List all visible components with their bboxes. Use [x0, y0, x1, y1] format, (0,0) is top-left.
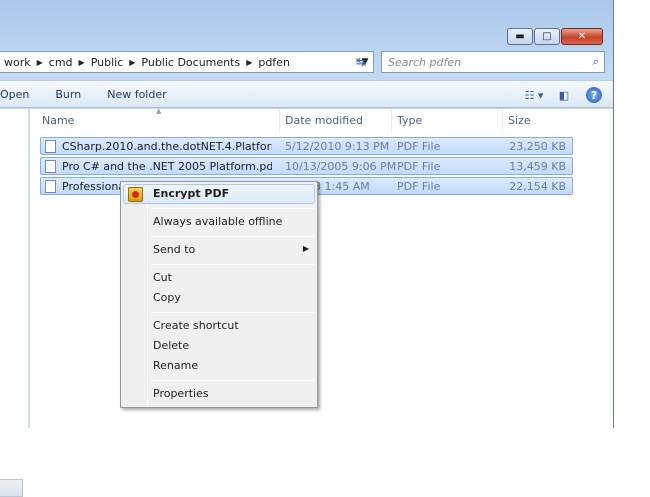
breadcrumb-work[interactable]: work: [0, 56, 35, 69]
caption-buttons: ▬ □ ✕: [506, 28, 603, 45]
menu-item-label: Copy: [153, 291, 181, 304]
menu-item-always-offline[interactable]: Always available offline: [123, 212, 315, 232]
menu-item-properties[interactable]: Properties: [123, 384, 315, 404]
pdf-file-icon: [45, 180, 56, 193]
file-type: PDF File: [397, 160, 441, 173]
file-date: 5/12/2010 9:13 PM: [285, 140, 390, 153]
menu-separator: [151, 208, 315, 209]
change-view-icon[interactable]: ☷ ▾: [523, 86, 545, 104]
column-name[interactable]: Name: [42, 114, 74, 127]
help-button[interactable]: ?: [583, 86, 605, 104]
menu-separator: [151, 264, 315, 265]
file-size: 22,154 KB: [509, 180, 566, 193]
file-size: 23,250 KB: [509, 140, 566, 153]
breadcrumb-pdfen[interactable]: pdfen: [254, 56, 294, 69]
file-row[interactable]: CSharp.2010.and.the.dotNET.4.Platform...…: [40, 137, 573, 155]
desktop-background: [614, 0, 650, 428]
menu-item-copy[interactable]: Copy: [123, 288, 315, 308]
pdf-file-icon: [45, 160, 56, 173]
column-date-modified[interactable]: Date modified: [285, 114, 363, 127]
close-button[interactable]: ✕: [561, 28, 603, 45]
breadcrumb-separator-icon[interactable]: ▶: [77, 58, 87, 67]
refresh-icon[interactable]: ↹: [350, 53, 372, 71]
search-icon[interactable]: ⌕: [592, 55, 598, 69]
file-row[interactable]: Pro C# and the .NET 2005 Platform.pdf 10…: [40, 157, 573, 175]
column-header: ▲ Name Date modified Type Size: [30, 107, 613, 131]
menu-item-send-to[interactable]: Send to ▶: [123, 240, 315, 260]
new-folder-button[interactable]: New folder: [107, 88, 179, 101]
open-button[interactable]: Open: [0, 88, 42, 101]
menu-item-encrypt-pdf[interactable]: Encrypt PDF: [123, 184, 315, 204]
command-bar: Open Burn New folder ☷ ▾ ◧ ?: [0, 80, 613, 108]
column-size[interactable]: Size: [508, 114, 531, 127]
column-type[interactable]: Type: [397, 114, 422, 127]
column-divider[interactable]: [502, 109, 503, 131]
file-name: CSharp.2010.and.the.dotNET.4.Platform...…: [62, 140, 272, 153]
menu-item-label: Properties: [153, 387, 209, 400]
menu-item-create-shortcut[interactable]: Create shortcut: [123, 316, 315, 336]
menu-item-label: Rename: [153, 359, 199, 372]
preview-pane-icon[interactable]: ◧: [553, 86, 575, 104]
breadcrumb-cmd[interactable]: cmd: [45, 56, 77, 69]
file-type: PDF File: [397, 140, 441, 153]
menu-item-label: Delete: [153, 339, 190, 352]
file-name: Pro C# and the .NET 2005 Platform.pdf: [62, 160, 272, 173]
column-divider[interactable]: [279, 109, 280, 131]
menu-item-delete[interactable]: Delete: [123, 336, 315, 356]
menu-item-label: Encrypt PDF: [153, 187, 230, 200]
search-input[interactable]: Search pdfen ⌕: [381, 51, 605, 73]
menu-item-label: Always available offline: [153, 215, 283, 228]
menu-item-label: Create shortcut: [153, 319, 239, 332]
sort-ascending-icon: ▲: [156, 107, 162, 115]
menu-item-rename[interactable]: Rename: [123, 356, 315, 376]
file-list: ▲ Name Date modified Type Size CSharp.20…: [30, 107, 613, 428]
address-bar[interactable]: work ▶ cmd ▶ Public ▶ Public Documents ▶…: [0, 51, 374, 73]
file-size: 13,459 KB: [509, 160, 566, 173]
column-divider[interactable]: [391, 109, 392, 131]
menu-item-label: Cut: [153, 271, 172, 284]
nav-scrollbar[interactable]: [0, 479, 23, 497]
breadcrumb-public-documents[interactable]: Public Documents: [137, 56, 244, 69]
minimize-button[interactable]: ▬: [507, 28, 533, 45]
breadcrumb-separator-icon[interactable]: ▶: [244, 58, 254, 67]
breadcrumb-separator-icon[interactable]: ▶: [127, 58, 137, 67]
file-type: PDF File: [397, 180, 441, 193]
menu-separator: [151, 236, 315, 237]
breadcrumb-public[interactable]: Public: [87, 56, 128, 69]
submenu-arrow-icon: ▶: [302, 244, 309, 253]
burn-button[interactable]: Burn: [55, 88, 94, 101]
file-date: 10/13/2005 9:06 PM: [285, 160, 397, 173]
encrypt-pdf-icon: [128, 187, 143, 202]
menu-separator: [151, 380, 315, 381]
menu-item-label: Send to: [153, 243, 196, 256]
navigation-pane[interactable]: [0, 109, 29, 497]
menu-separator: [151, 312, 315, 313]
help-icon: ?: [586, 87, 602, 103]
menu-item-cut[interactable]: Cut: [123, 268, 315, 288]
maximize-button[interactable]: □: [534, 28, 560, 45]
search-placeholder: Search pdfen: [388, 55, 462, 69]
context-menu: Encrypt PDF Always available offline Sen…: [120, 181, 318, 408]
breadcrumb-separator-icon[interactable]: ▶: [35, 58, 45, 67]
pdf-file-icon: [45, 140, 56, 153]
